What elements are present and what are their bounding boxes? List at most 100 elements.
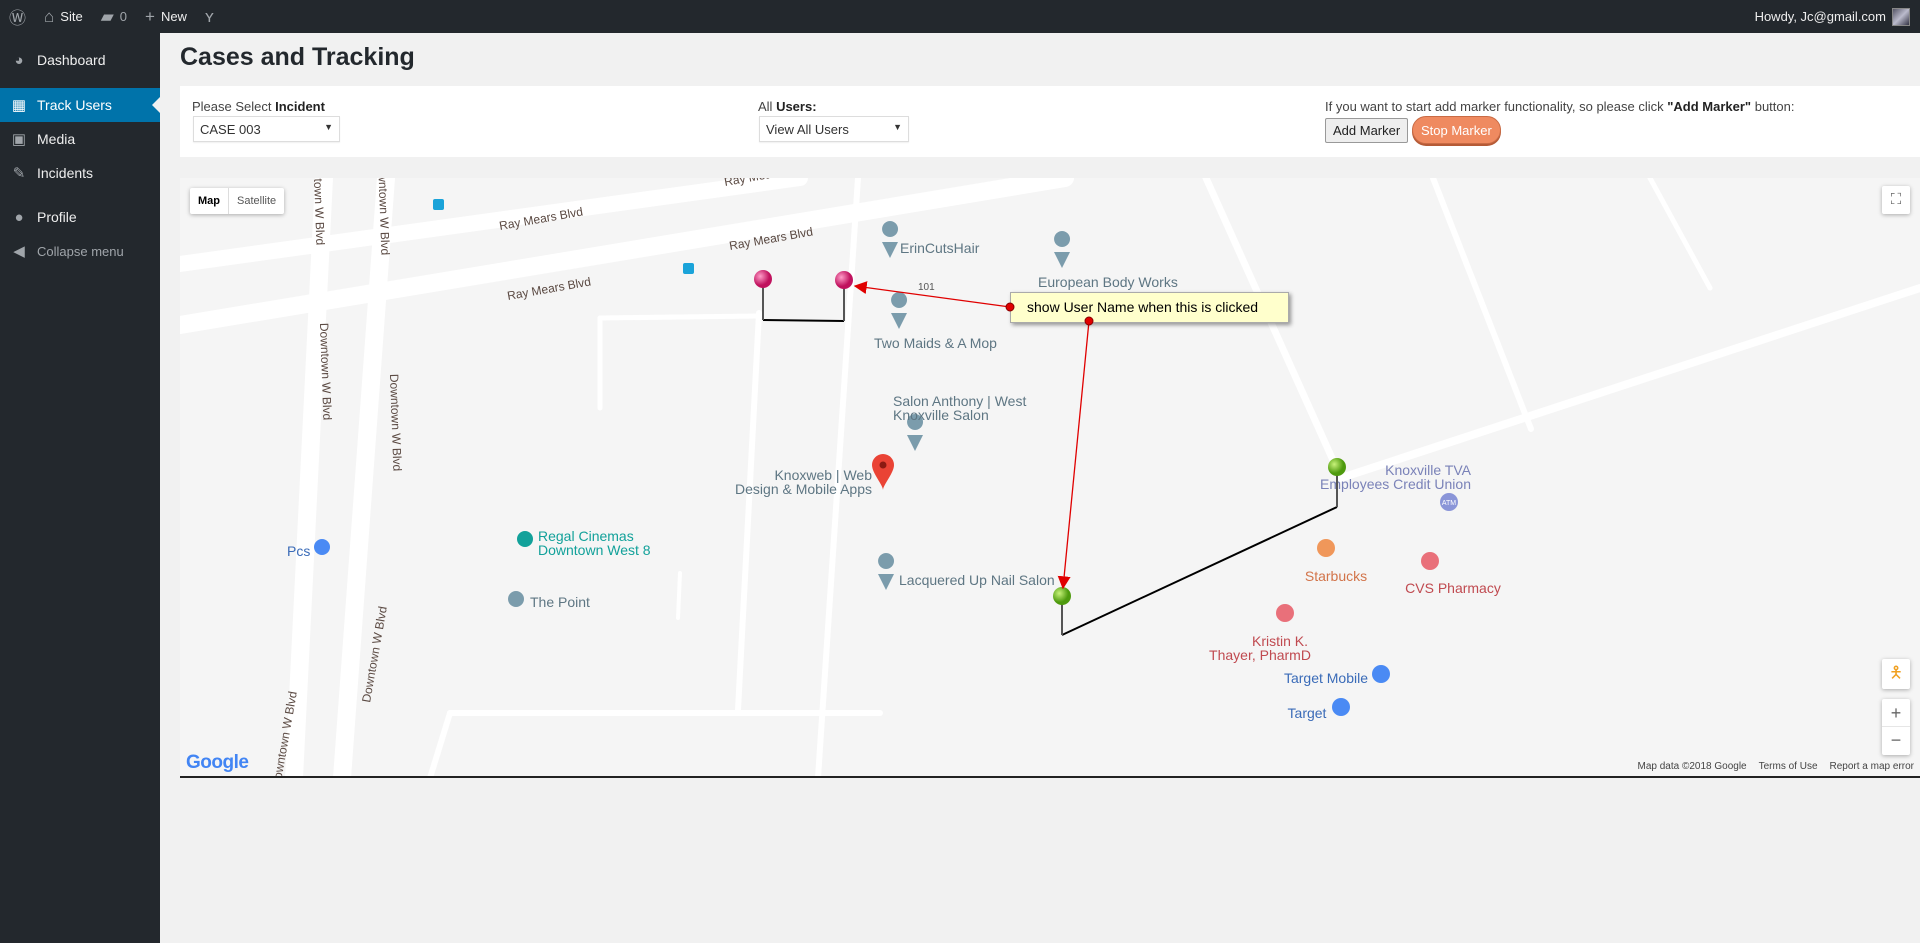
- zoom-out-button[interactable]: −: [1882, 727, 1910, 755]
- pharmacy-icon[interactable]: [1276, 604, 1294, 622]
- place-label[interactable]: Design & Mobile Apps: [735, 481, 872, 497]
- green-marker[interactable]: [1053, 587, 1071, 635]
- yoast-button[interactable]: ʏ: [196, 0, 223, 33]
- map-type-map-button[interactable]: Map: [190, 188, 228, 214]
- map-footer: Map data ©2018 Google Terms of Use Report …: [1637, 761, 1914, 772]
- fullscreen-icon[interactable]: ⛶: [1882, 186, 1910, 214]
- stop-marker-button[interactable]: Stop Marker: [1412, 116, 1501, 144]
- yoast-icon: ʏ: [204, 6, 214, 26]
- arrow-to-green-marker: [1057, 320, 1090, 590]
- sidebar-item-label: Dashboard: [37, 52, 106, 68]
- place-label[interactable]: Target Mobile: [1284, 670, 1368, 686]
- map-data-credit: Map data ©2018 Google: [1637, 761, 1747, 772]
- collapse-menu-button[interactable]: ◀ Collapse menu: [0, 234, 160, 268]
- map-type-control: Map Satellite: [190, 188, 285, 214]
- sidebar-item-label: Incidents: [37, 165, 94, 181]
- sidebar-item-label: Collapse menu: [37, 243, 124, 259]
- table-icon: ▦: [11, 97, 27, 114]
- sidebar-item-media[interactable]: ▣ Media: [0, 122, 160, 156]
- place-label[interactable]: ErinCutsHair: [900, 240, 980, 256]
- cafe-icon[interactable]: [1317, 539, 1335, 557]
- marker-hint-bold: "Add Marker": [1667, 99, 1752, 114]
- user-icon: ●: [14, 208, 24, 226]
- selected-place-pin-icon[interactable]: [872, 454, 894, 490]
- map-canvas: Ray Mears Blvd Ray Mears Blvd Ray Mears …: [180, 178, 1920, 776]
- collapse-icon: ◀: [13, 243, 25, 260]
- chevron-down-icon: ▼: [324, 122, 333, 132]
- comment-icon: ▰: [100, 6, 114, 26]
- place-label[interactable]: European Body Works: [1038, 274, 1178, 290]
- report-error-link[interactable]: Report a map error: [1830, 761, 1914, 772]
- place-label[interactable]: Employees Credit Union: [1320, 476, 1471, 492]
- place-pin-icon[interactable]: [878, 553, 895, 590]
- wordpress-logo-button[interactable]: Ⓦ: [0, 0, 35, 33]
- place-label[interactable]: The Point: [530, 594, 590, 610]
- users-select-value: View All Users: [766, 122, 849, 137]
- new-link[interactable]: + New: [136, 0, 196, 33]
- incident-label-prefix: Please Select: [192, 99, 276, 114]
- marker-hint-pre: If you want to start add marker function…: [1325, 99, 1668, 114]
- users-select[interactable]: View All Users ▼: [759, 116, 909, 142]
- zoom-in-button[interactable]: +: [1882, 699, 1910, 727]
- cinema-icon[interactable]: [517, 531, 533, 547]
- chevron-down-icon: ▼: [893, 122, 902, 132]
- incident-select[interactable]: CASE 003 ▼: [193, 116, 340, 142]
- sidebar-item-dashboard[interactable]: ◕ Dashboard: [0, 43, 160, 77]
- shopping-icon[interactable]: [314, 539, 330, 555]
- marker-hint-post: button:: [1751, 99, 1795, 114]
- home-icon: ⌂: [44, 6, 55, 26]
- pin-icon: ✎: [12, 165, 26, 182]
- user-path-green: [1061, 506, 1338, 636]
- media-icon: ▣: [11, 131, 27, 148]
- users-label: All Users:: [758, 99, 817, 114]
- users-label-bold: Users:: [776, 99, 817, 114]
- incident-label-bold: Incident: [275, 99, 325, 114]
- account-menu[interactable]: Howdy, Jc@gmail.com: [1755, 0, 1910, 33]
- place-label[interactable]: Target: [1288, 705, 1327, 721]
- user-path-pink: [762, 319, 845, 322]
- shopping-icon[interactable]: [1332, 698, 1350, 716]
- users-label-prefix: All: [758, 99, 777, 114]
- comments-link[interactable]: ▰ 0: [92, 0, 136, 33]
- place-pin-icon[interactable]: [891, 292, 908, 329]
- howdy-label: Howdy, Jc@gmail.com: [1754, 9, 1886, 24]
- pharmacy-icon[interactable]: [1421, 552, 1439, 570]
- google-logo[interactable]: Google: [186, 752, 249, 774]
- place-label[interactable]: Thayer, PharmD: [1209, 647, 1311, 663]
- admin-bar: Ⓦ ⌂ Site ▰ 0 + New ʏ Howdy, Jc@gmail.com: [0, 0, 1920, 33]
- place-pin-icon[interactable]: [1054, 231, 1071, 268]
- place-label[interactable]: Starbucks: [1305, 568, 1367, 584]
- places: ErinCutsHair European Body Works Two Mai…: [287, 221, 1501, 721]
- incident-label: Please Select Incident: [192, 99, 325, 114]
- shopping-icon[interactable]: [1372, 665, 1390, 683]
- add-marker-button[interactable]: Add Marker: [1325, 118, 1409, 143]
- page-title: Cases and Tracking: [180, 43, 415, 71]
- avatar: [1892, 7, 1910, 26]
- sidebar-item-profile[interactable]: ● Profile: [0, 200, 160, 234]
- zoom-control: + −: [1882, 699, 1910, 755]
- sidebar-item-track-users[interactable]: ▦ Track Users: [0, 88, 160, 122]
- place-label[interactable]: Two Maids & A Mop: [874, 335, 997, 351]
- sidebar-item-label: Media: [37, 131, 76, 147]
- sidebar: ◕ Dashboard ▦ Track Users ▣ Media ✎ Incident…: [0, 33, 160, 943]
- place-pin-icon[interactable]: [882, 221, 899, 258]
- roads: [180, 178, 1920, 776]
- site-link[interactable]: ⌂ Site: [35, 0, 92, 33]
- map[interactable]: Ray Mears Blvd Ray Mears Blvd Ray Mears …: [180, 178, 1920, 778]
- terms-link[interactable]: Terms of Use: [1759, 761, 1818, 772]
- place-label[interactable]: Downtown West 8: [538, 542, 651, 558]
- sidebar-item-label: Profile: [37, 209, 77, 225]
- place-label[interactable]: Lacquered Up Nail Salon: [899, 572, 1055, 588]
- new-label: New: [160, 9, 187, 24]
- site-label: Site: [60, 9, 83, 24]
- place-label[interactable]: CVS Pharmacy: [1405, 580, 1501, 596]
- place-label[interactable]: Knoxville Salon: [893, 407, 989, 423]
- street-label: Downtown W Blvd: [387, 374, 404, 472]
- map-type-satellite-button[interactable]: Satellite: [228, 188, 284, 214]
- park-icon[interactable]: [508, 591, 524, 607]
- route-label: 101: [918, 282, 935, 293]
- sidebar-item-incidents[interactable]: ✎ Incidents: [0, 156, 160, 190]
- place-label[interactable]: Pcs: [287, 543, 310, 559]
- pegman-icon[interactable]: 🯅: [1882, 659, 1910, 689]
- annotation-callout: show User Name when this is clicked: [1010, 292, 1289, 323]
